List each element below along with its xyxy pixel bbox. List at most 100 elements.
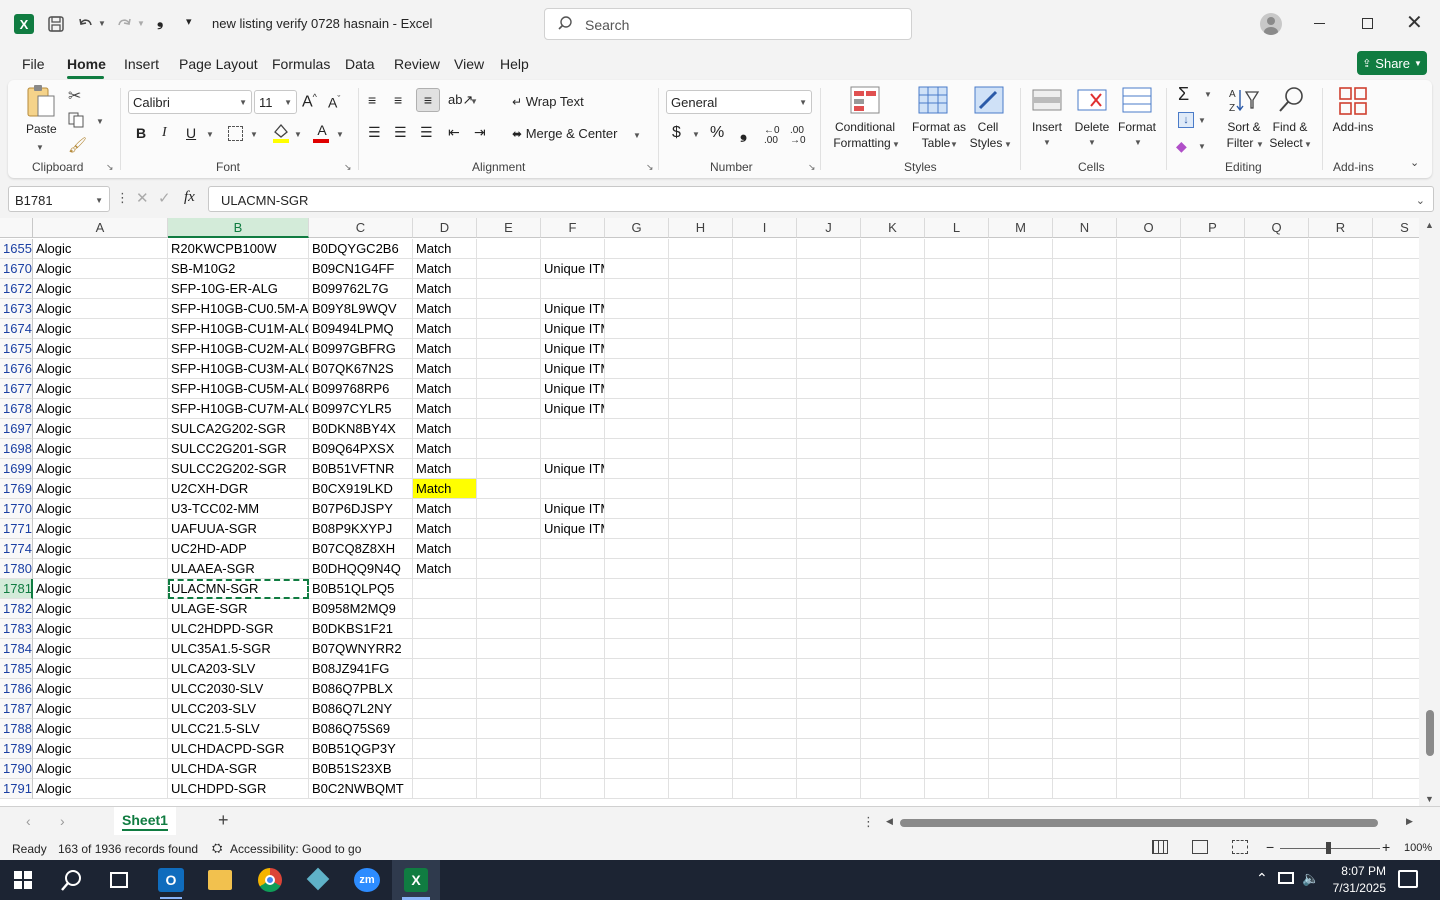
cell[interactable] xyxy=(861,659,925,679)
cell[interactable]: B07QWNYRR2 xyxy=(309,639,413,659)
cell[interactable]: B09Y8L9WQV xyxy=(309,299,413,319)
cell[interactable] xyxy=(477,599,541,619)
cell[interactable]: B0DHQQ9N4Q xyxy=(309,559,413,579)
cell[interactable] xyxy=(797,499,861,519)
page-break-view-icon[interactable] xyxy=(1232,840,1248,854)
cell[interactable] xyxy=(861,539,925,559)
addins-button[interactable]: Add-ins xyxy=(1328,86,1378,156)
cell[interactable] xyxy=(733,239,797,259)
network-icon[interactable] xyxy=(1278,872,1294,884)
fill-dropdown-icon[interactable]: ▼ xyxy=(1198,116,1206,125)
cell[interactable] xyxy=(605,759,669,779)
row-header[interactable]: 1678 xyxy=(0,399,33,419)
cell[interactable] xyxy=(1309,679,1373,699)
cell[interactable] xyxy=(1053,439,1117,459)
row-header[interactable]: 1784 xyxy=(0,639,33,659)
cell[interactable] xyxy=(797,259,861,279)
cell[interactable] xyxy=(797,739,861,759)
cell[interactable] xyxy=(1053,319,1117,339)
cell[interactable] xyxy=(413,659,477,679)
autosum-dropdown-icon[interactable]: ▼ xyxy=(1204,90,1212,99)
page-layout-view-icon[interactable] xyxy=(1192,840,1208,854)
cell[interactable] xyxy=(669,319,733,339)
cell[interactable] xyxy=(413,779,477,799)
cell[interactable] xyxy=(797,719,861,739)
align-bottom-icon[interactable]: ≡ xyxy=(416,88,440,112)
active-cell[interactable]: ULACMN-SGR xyxy=(168,579,309,599)
cell[interactable] xyxy=(477,659,541,679)
cell[interactable] xyxy=(669,559,733,579)
format-cells-button[interactable]: Format ▼ xyxy=(1114,86,1160,156)
increase-indent-icon[interactable]: ⇥ xyxy=(474,124,486,141)
cell[interactable]: ULCC21.5-SLV xyxy=(168,719,309,739)
cell[interactable]: SFP-H10GB-CU5M-ALG xyxy=(168,379,309,399)
cell[interactable] xyxy=(669,759,733,779)
cell[interactable] xyxy=(1245,679,1309,699)
cell[interactable] xyxy=(861,499,925,519)
decrease-font-size-icon[interactable]: Aˇ xyxy=(328,94,340,111)
paste-button[interactable]: Paste ▼ xyxy=(24,84,58,154)
cell[interactable] xyxy=(925,279,989,299)
cell[interactable] xyxy=(477,379,541,399)
cell[interactable]: B0C2NWBQMT xyxy=(309,779,413,799)
cell[interactable] xyxy=(1245,259,1309,279)
horizontal-scrollbar[interactable] xyxy=(900,819,1378,827)
cell[interactable] xyxy=(989,439,1053,459)
cell[interactable] xyxy=(1245,319,1309,339)
cell[interactable] xyxy=(733,559,797,579)
cell[interactable]: B0B51QGP3Y xyxy=(309,739,413,759)
cell[interactable] xyxy=(989,639,1053,659)
cell[interactable] xyxy=(1117,599,1181,619)
cell[interactable] xyxy=(477,759,541,779)
cell[interactable] xyxy=(733,379,797,399)
cell[interactable] xyxy=(989,579,1053,599)
cell[interactable] xyxy=(925,479,989,499)
minimize-icon[interactable] xyxy=(1314,23,1325,24)
cell[interactable] xyxy=(541,759,605,779)
cell[interactable] xyxy=(797,579,861,599)
cell[interactable] xyxy=(1117,659,1181,679)
cell[interactable] xyxy=(1117,579,1181,599)
column-header-i[interactable]: I xyxy=(733,218,797,238)
cell[interactable] xyxy=(1053,379,1117,399)
cell[interactable]: Match xyxy=(413,439,477,459)
currency-dropdown-icon[interactable]: ▼ xyxy=(692,130,700,139)
accessibility-icon[interactable]: ⛭ xyxy=(212,840,222,856)
cell[interactable] xyxy=(541,639,605,659)
cell[interactable] xyxy=(477,459,541,479)
excel-taskbar-button[interactable]: X xyxy=(392,860,440,900)
column-header-a[interactable]: A xyxy=(33,218,168,238)
cell[interactable] xyxy=(477,519,541,539)
cell[interactable] xyxy=(605,499,669,519)
cell[interactable] xyxy=(925,579,989,599)
customize-qat-icon[interactable]: ▾ xyxy=(186,15,192,28)
select-all-corner[interactable] xyxy=(0,218,33,238)
cell[interactable]: SFP-H10GB-CU3M-ALG xyxy=(168,359,309,379)
cell[interactable] xyxy=(1309,779,1373,799)
cell[interactable] xyxy=(477,699,541,719)
cell[interactable]: Match xyxy=(413,299,477,319)
cell[interactable] xyxy=(605,439,669,459)
cell[interactable] xyxy=(1117,239,1181,259)
cell[interactable]: Unique ITM xyxy=(541,459,605,479)
cell[interactable] xyxy=(925,539,989,559)
cell[interactable]: Alogic xyxy=(33,419,168,439)
cell[interactable]: B099762L7G xyxy=(309,279,413,299)
cell[interactable] xyxy=(733,439,797,459)
merge-center-button[interactable]: ⬌ Merge & Center xyxy=(512,126,617,141)
autosum-icon[interactable]: Σ xyxy=(1178,84,1189,105)
cell[interactable] xyxy=(1245,719,1309,739)
redo-icon[interactable] xyxy=(114,14,134,34)
cell[interactable]: ULC2HDPD-SGR xyxy=(168,619,309,639)
scroll-left-icon[interactable]: ◀ xyxy=(886,816,893,827)
align-top-icon[interactable]: ≡ xyxy=(368,92,376,108)
increase-font-size-icon[interactable]: A^ xyxy=(302,92,317,111)
clear-dropdown-icon[interactable]: ▼ xyxy=(1198,142,1206,151)
cell[interactable]: Alogic xyxy=(33,699,168,719)
cell[interactable] xyxy=(1053,399,1117,419)
cell[interactable]: Match xyxy=(413,359,477,379)
tab-formulas[interactable]: Formulas xyxy=(272,56,330,72)
cell[interactable] xyxy=(733,639,797,659)
cell[interactable] xyxy=(733,519,797,539)
column-header-c[interactable]: C xyxy=(309,218,413,238)
